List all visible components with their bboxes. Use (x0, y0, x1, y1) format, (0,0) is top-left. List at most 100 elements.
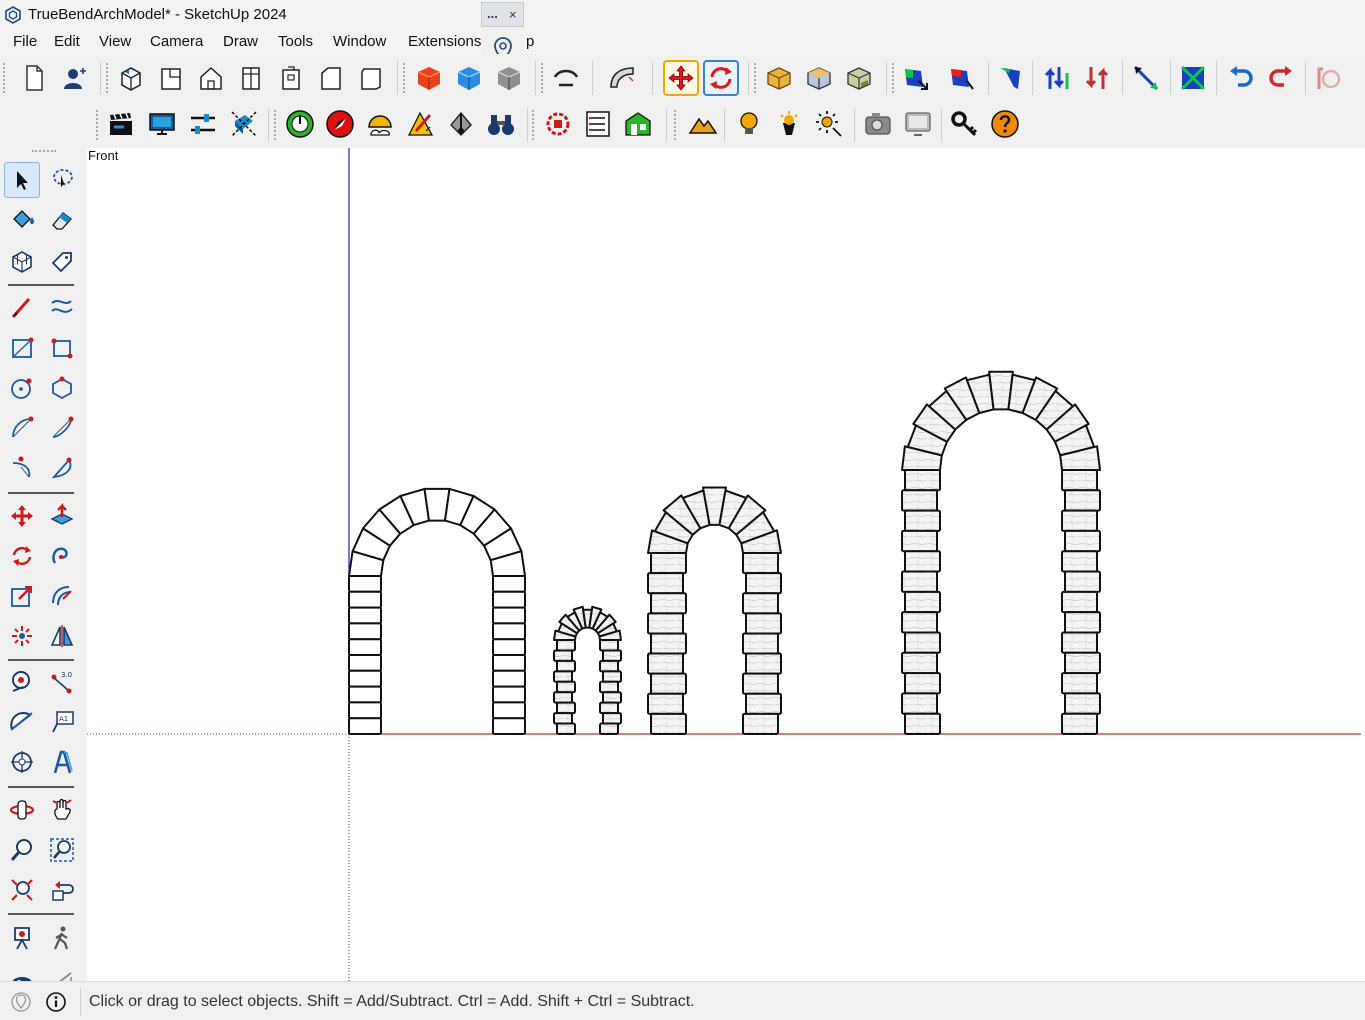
solid-subtract-icon[interactable] (801, 60, 837, 96)
toolbar-grip[interactable] (541, 63, 545, 93)
axes-icon[interactable] (4, 744, 40, 780)
toolbar-grip[interactable] (274, 110, 278, 140)
follow-me-icon[interactable] (44, 538, 80, 574)
menu-file[interactable]: File (13, 33, 37, 50)
extension-icon-3[interactable] (1080, 60, 1116, 96)
camera-icon[interactable] (860, 106, 896, 142)
right-view-icon[interactable] (233, 60, 269, 96)
warehouse-icon[interactable] (620, 106, 656, 142)
orbit-icon[interactable] (4, 792, 40, 828)
protractor-icon[interactable] (4, 704, 40, 740)
orient-faces-icon[interactable] (944, 60, 980, 96)
info-icon[interactable] (45, 991, 67, 1013)
pie-icon[interactable] (44, 450, 80, 486)
zoom-icon[interactable] (4, 832, 40, 868)
toolbar-grip[interactable] (532, 110, 536, 140)
front-view-icon[interactable] (193, 60, 229, 96)
light-bulb-icon[interactable] (731, 106, 767, 142)
text-icon[interactable]: A1 (44, 704, 80, 740)
left-view-icon[interactable] (313, 60, 349, 96)
menu-window[interactable]: Window (333, 33, 386, 50)
zoom-extents-icon[interactable] (4, 872, 40, 908)
rotate-icon[interactable] (703, 60, 739, 96)
geo-location-status-icon[interactable] (10, 991, 32, 1013)
move-icon[interactable] (4, 498, 40, 534)
top-view-icon[interactable] (153, 60, 189, 96)
toolbar-grip[interactable] (892, 63, 896, 93)
arch-medium[interactable] (647, 486, 782, 736)
iso-view-icon[interactable] (113, 60, 149, 96)
floating-toolbar-header[interactable]: ... × (481, 2, 524, 27)
redo-icon[interactable] (1263, 60, 1299, 96)
spotlight-icon[interactable] (771, 106, 807, 142)
help-icon[interactable] (987, 106, 1023, 142)
extension-icon-6[interactable] (1310, 60, 1346, 96)
outliner-icon[interactable] (580, 106, 616, 142)
extension-icon-1[interactable] (993, 60, 1029, 96)
pan-icon[interactable] (44, 792, 80, 828)
follow-me-icon[interactable] (548, 60, 584, 96)
compass-icon[interactable] (322, 106, 358, 142)
solid-trim-icon[interactable] (841, 60, 877, 96)
position-camera-icon[interactable] (4, 920, 40, 956)
explode-icon[interactable] (4, 618, 40, 654)
paint-cube-gray-icon[interactable] (491, 60, 527, 96)
paint-bucket-icon[interactable] (4, 202, 40, 238)
arches-group[interactable] (348, 370, 1101, 736)
freehand-icon[interactable] (44, 290, 80, 326)
geo-location-icon[interactable] (282, 106, 318, 142)
shadows-icon[interactable] (362, 106, 398, 142)
pencil-ruler-icon[interactable] (403, 106, 439, 142)
zoom-window-icon[interactable] (44, 832, 80, 868)
arc-icon[interactable] (4, 410, 40, 446)
settings-sliders-icon[interactable] (185, 106, 221, 142)
offset-icon[interactable] (44, 578, 80, 614)
arch-plain-large[interactable] (348, 487, 526, 736)
move-icon[interactable] (663, 60, 699, 96)
menu-camera[interactable]: Camera (150, 33, 203, 50)
menu-draw[interactable]: Draw (223, 33, 258, 50)
toolbar-close-button[interactable]: × (509, 7, 517, 22)
toolbar-grip[interactable] (106, 63, 110, 93)
make-component-icon[interactable] (4, 244, 40, 280)
menu-help[interactable]: p (526, 33, 534, 50)
new-file-icon[interactable] (16, 60, 52, 96)
key-icon[interactable] (946, 106, 982, 142)
dimension-icon[interactable]: 3.0 (44, 664, 80, 700)
previous-view-icon[interactable] (44, 872, 80, 908)
toolbar-grip[interactable] (754, 63, 758, 93)
model-scene[interactable] (87, 148, 1365, 981)
line-icon[interactable] (4, 290, 40, 326)
extension-icon-2[interactable] (1040, 60, 1076, 96)
menu-view[interactable]: View (99, 33, 131, 50)
rectangle-icon[interactable] (4, 330, 40, 366)
push-pull-icon[interactable] (44, 498, 80, 534)
section-plane-icon[interactable] (443, 106, 479, 142)
paint-cube-blue-icon[interactable] (451, 60, 487, 96)
animation-icon[interactable] (103, 106, 139, 142)
flip-icon[interactable] (44, 618, 80, 654)
arch-tall[interactable] (901, 370, 1101, 736)
styles-icon[interactable] (226, 106, 262, 142)
drawing-viewport[interactable]: Front (87, 148, 1365, 981)
back-view-icon[interactable] (273, 60, 309, 96)
components-icon[interactable] (540, 106, 576, 142)
true-bend-icon[interactable] (604, 60, 640, 96)
toolbar-grip[interactable] (96, 110, 100, 140)
extension-icon-5[interactable] (1175, 60, 1211, 96)
polygon-icon[interactable] (44, 370, 80, 406)
paint-cube-red-icon[interactable] (411, 60, 447, 96)
rotated-rectangle-icon[interactable] (44, 330, 80, 366)
toolbar-options-button[interactable]: ... (487, 6, 498, 21)
undo-icon[interactable] (1223, 60, 1259, 96)
toolbar-grip[interactable] (403, 63, 407, 93)
tag-icon[interactable] (44, 244, 80, 280)
bottom-view-icon[interactable] (353, 60, 389, 96)
select-icon[interactable] (4, 162, 40, 198)
extension-icon-4[interactable] (1128, 60, 1164, 96)
account-icon[interactable] (56, 60, 92, 96)
rotate-icon[interactable] (4, 538, 40, 574)
3d-text-icon[interactable] (44, 744, 80, 780)
sun-light-icon[interactable] (811, 106, 847, 142)
toolbar-grip[interactable] (674, 110, 678, 140)
